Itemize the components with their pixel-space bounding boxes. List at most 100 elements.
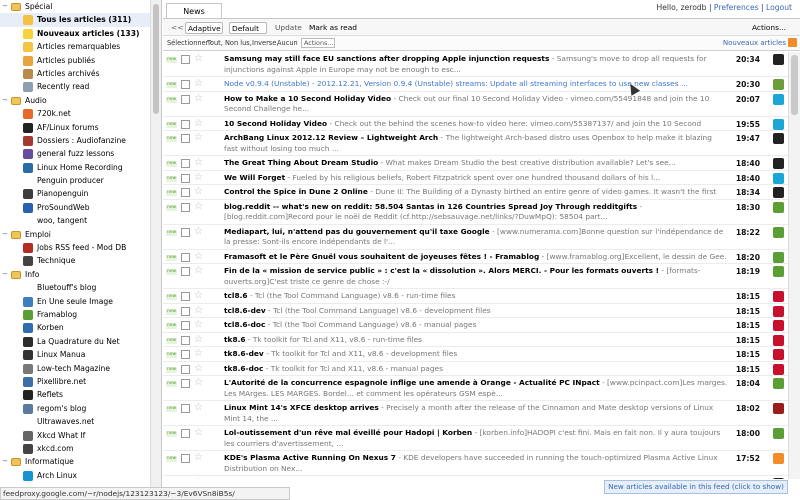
article-headline[interactable]: tk8.6-dev bbox=[224, 349, 264, 358]
article-list-scrollbar[interactable] bbox=[788, 52, 800, 479]
article-row[interactable]: new ☆ Mediapart, lui, n'attend pas du gouv… bbox=[163, 224, 788, 250]
article-row[interactable]: new ☆ tk8.6-dev - Tk toolkit for Tcl and X… bbox=[163, 347, 788, 362]
article-headline[interactable]: We Will Forget bbox=[224, 173, 285, 182]
collapse-icon[interactable]: − bbox=[1, 455, 9, 468]
star-icon[interactable]: ☆ bbox=[194, 363, 203, 375]
article-row[interactable]: new ☆ L'Autorité de la concurrence espagno… bbox=[163, 376, 788, 401]
star-icon[interactable]: ☆ bbox=[194, 334, 203, 346]
feed-row[interactable]: Dossiers : Audiofanzine bbox=[0, 134, 161, 147]
article-title[interactable]: The Path to Commerce Kickstart 2.0 - "Co… bbox=[224, 478, 728, 479]
article-headline[interactable]: tcl8.6 bbox=[224, 291, 248, 300]
article-row[interactable]: new ☆ We Will Forget - Fueled by his relig… bbox=[163, 170, 788, 185]
feed-row[interactable]: Low-tech Magazine bbox=[0, 362, 161, 375]
article-row[interactable]: new ☆ The Great Thing About Dream Studio -… bbox=[163, 156, 788, 171]
feed-row[interactable]: ProSoundWeb bbox=[0, 201, 161, 214]
feed-row[interactable]: 720k.net bbox=[0, 107, 161, 120]
article-row[interactable]: new ☆ tcl8.6-dev - Tcl (the Tool Command L… bbox=[163, 303, 788, 318]
article-checkbox[interactable] bbox=[181, 227, 190, 237]
feed-row[interactable]: Technique bbox=[0, 254, 161, 267]
article-checkbox[interactable] bbox=[181, 379, 190, 388]
star-icon[interactable]: ☆ bbox=[194, 201, 203, 213]
article-headline[interactable]: Node v0.9.4 (Unstable) bbox=[224, 79, 310, 88]
star-icon[interactable]: ☆ bbox=[194, 377, 203, 389]
article-headline[interactable]: 10 Second Holiday Video bbox=[224, 119, 327, 128]
star-icon[interactable]: ☆ bbox=[194, 132, 203, 144]
article-checkbox[interactable] bbox=[181, 55, 190, 64]
feed-row[interactable]: Penguin producer bbox=[0, 174, 161, 187]
article-checkbox[interactable] bbox=[181, 188, 190, 197]
article-headline[interactable]: tk8.6 bbox=[224, 335, 246, 344]
article-row[interactable]: new ☆ Samsung may still face EU sanctions … bbox=[163, 52, 788, 77]
article-title[interactable]: KDE's Plasma Active Running On Nexus 7 -… bbox=[224, 453, 728, 474]
article-row[interactable]: new ☆ tcl8.6-doc - Tcl (the Tool Command L… bbox=[163, 318, 788, 333]
feed-row[interactable]: xkcd.com bbox=[0, 442, 161, 455]
article-row[interactable]: new ☆ ArchBang Linux 2012.12 Review – Ligh… bbox=[163, 131, 788, 156]
article-title[interactable]: We Will Forget - Fueled by his religious… bbox=[224, 173, 728, 184]
feed-row[interactable]: Framablog bbox=[0, 308, 161, 321]
article-title[interactable]: Control the Spice in Dune 2 Online - Dun… bbox=[224, 187, 728, 198]
star-icon[interactable]: ☆ bbox=[194, 477, 203, 479]
category-row[interactable]: − Spécial bbox=[0, 0, 161, 13]
collapse-icon[interactable]: − bbox=[1, 228, 9, 241]
feed-row[interactable]: En Une seule Image bbox=[0, 295, 161, 308]
selection-actions-select[interactable]: Actions... bbox=[301, 38, 335, 48]
article-headline[interactable]: Samsung may still face EU sanctions afte… bbox=[224, 54, 549, 63]
select-invert-link[interactable]: Inverse, bbox=[252, 39, 278, 47]
order-select[interactable]: Default bbox=[229, 22, 267, 34]
sidebar-scroll-thumb[interactable] bbox=[153, 4, 159, 114]
article-row[interactable]: new ☆ 10 Second Holiday Video - Check out … bbox=[163, 116, 788, 131]
article-row[interactable]: new ☆ Fin de la « mission de service publi… bbox=[163, 264, 788, 289]
feed-row[interactable]: general fuzz lessons bbox=[0, 147, 161, 160]
feed-row[interactable]: Linux Home Recording bbox=[0, 161, 161, 174]
article-list-scroll-thumb[interactable] bbox=[791, 55, 798, 115]
article-checkbox[interactable] bbox=[181, 350, 190, 359]
article-headline[interactable]: The Great Thing About Dream Studio bbox=[224, 158, 378, 167]
article-row[interactable]: new ☆ Framasoft et le Père Gnuël vous souh… bbox=[163, 249, 788, 264]
star-icon[interactable]: ☆ bbox=[194, 348, 203, 360]
article-row[interactable]: new ☆ Control the Spice in Dune 2 Online -… bbox=[163, 185, 788, 200]
star-icon[interactable]: ☆ bbox=[194, 93, 203, 105]
article-checkbox[interactable] bbox=[181, 134, 190, 143]
article-headline[interactable]: tcl8.6-dev bbox=[224, 306, 266, 315]
star-icon[interactable]: ☆ bbox=[194, 265, 203, 277]
star-icon[interactable]: ☆ bbox=[194, 290, 203, 302]
mark-read-button[interactable]: Mark as read bbox=[309, 22, 357, 34]
article-title[interactable]: tcl8.6 - Tcl (the Tool Command Language)… bbox=[224, 291, 728, 302]
feed-row[interactable]: La Quadrature du Net bbox=[0, 335, 161, 348]
star-icon[interactable]: ☆ bbox=[194, 427, 203, 439]
rss-icon[interactable] bbox=[788, 38, 797, 47]
article-checkbox[interactable] bbox=[181, 429, 190, 438]
article-checkbox[interactable] bbox=[181, 159, 190, 168]
article-title[interactable]: blog.reddit -- what's new on reddit: 58.… bbox=[224, 202, 728, 223]
article-checkbox[interactable] bbox=[181, 364, 190, 374]
feed-row[interactable]: Nouveaux articles (133) bbox=[0, 27, 161, 40]
feed-row[interactable]: Articles remarquables bbox=[0, 40, 161, 53]
article-row[interactable]: new ☆ Lol-outissement d'un rêve mal éveill… bbox=[163, 426, 788, 451]
feed-row[interactable]: Tous les articles (311) bbox=[0, 13, 161, 27]
article-checkbox[interactable] bbox=[181, 404, 190, 413]
star-icon[interactable]: ☆ bbox=[194, 53, 203, 65]
feed-row[interactable]: Reflets bbox=[0, 388, 161, 401]
feed-row[interactable]: Articles publiés bbox=[0, 54, 161, 67]
article-row[interactable]: new ☆ Node v0.9.4 (Unstable) - 2012.12.21,… bbox=[163, 77, 788, 92]
article-headline[interactable]: Linux Mint 14's XFCE desktop arrives bbox=[224, 403, 379, 412]
article-row[interactable]: new ☆ tk8.6-doc - Tk toolkit for Tcl and X… bbox=[163, 361, 788, 376]
feed-row[interactable]: Pixellibre.net bbox=[0, 375, 161, 388]
article-title[interactable]: Fin de la « mission de service public » … bbox=[224, 266, 728, 287]
article-row[interactable]: new ☆ KDE's Plasma Active Running On Nexus… bbox=[163, 451, 788, 476]
article-title[interactable]: Linux Mint 14's XFCE desktop arrives - P… bbox=[224, 403, 728, 424]
feed-row[interactable]: AF/Linux forums bbox=[0, 121, 161, 134]
article-title[interactable]: ArchBang Linux 2012.12 Review – Lightwei… bbox=[224, 133, 728, 154]
collapse-feedlist-button[interactable]: << bbox=[171, 22, 183, 34]
feed-row[interactable]: Arch Linux bbox=[0, 469, 161, 482]
article-headline[interactable]: Framasoft et le Père Gnuël vous souhaite… bbox=[224, 252, 539, 261]
star-icon[interactable]: ☆ bbox=[194, 118, 203, 130]
collapse-icon[interactable]: − bbox=[1, 94, 9, 107]
article-checkbox[interactable] bbox=[181, 335, 190, 345]
article-title[interactable]: Framasoft et le Père Gnuël vous souhaite… bbox=[224, 252, 728, 263]
feed-row[interactable]: Bluetouff's blog bbox=[0, 281, 161, 294]
category-row[interactable]: − Info bbox=[0, 268, 161, 281]
article-checkbox[interactable] bbox=[181, 119, 190, 129]
article-headline[interactable]: tk8.6-doc bbox=[224, 364, 263, 373]
new-articles-label[interactable]: Nouveaux articles bbox=[723, 39, 786, 47]
